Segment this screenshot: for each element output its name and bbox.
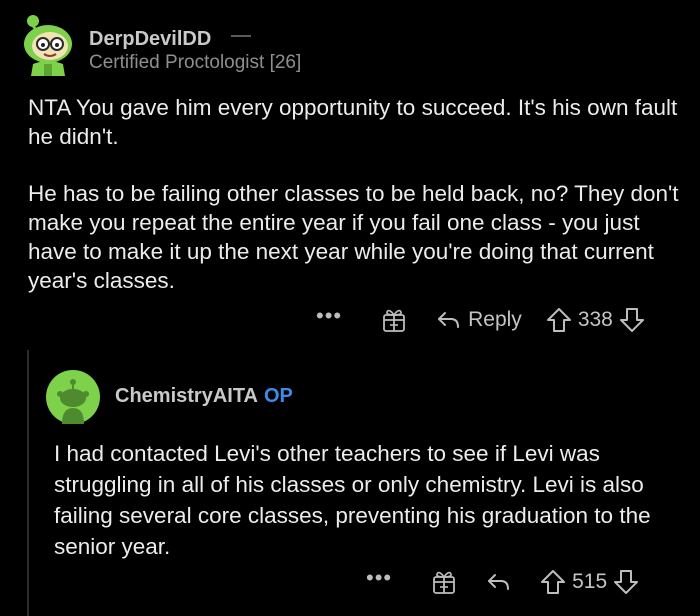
comment-action-bar: ••• Reply 338 — [316, 305, 645, 335]
user-avatar[interactable] — [19, 14, 77, 76]
comment-paragraph: NTA You gave him every opportunity to su… — [28, 95, 678, 149]
more-options-icon[interactable]: ••• — [316, 305, 342, 327]
reply-user-avatar[interactable] — [46, 370, 100, 424]
reply-action-bar: ••• 515 — [366, 567, 639, 597]
reply-arrow-icon — [488, 574, 510, 590]
reply-author-username[interactable]: ChemistryAITA — [115, 385, 258, 407]
comment-body: NTA You gave him every opportunity to su… — [28, 93, 688, 323]
upvote-icon[interactable] — [546, 307, 572, 333]
gift-icon — [433, 571, 456, 594]
more-options-icon[interactable]: ••• — [366, 567, 392, 589]
reply-author[interactable]: ChemistryAITA OP — [115, 385, 293, 408]
gift-icon — [383, 309, 406, 332]
op-badge: OP — [264, 385, 293, 407]
vote-group: 338 — [546, 307, 645, 333]
comment-author[interactable]: DerpDevilDD — [89, 28, 252, 51]
author-extra-mark — [231, 35, 252, 37]
user-flair: Certified Proctologist [26] — [89, 52, 302, 73]
comment-paragraph: He has to be failing other classes to be… — [28, 181, 679, 293]
author-username[interactable]: DerpDevilDD — [89, 28, 211, 50]
downvote-icon[interactable] — [613, 569, 639, 595]
reply-label[interactable]: Reply — [468, 308, 522, 332]
reply-body: I had contacted Levi's other teachers to… — [54, 438, 684, 562]
award-button[interactable] — [432, 569, 456, 595]
thread-collapse-line[interactable] — [27, 350, 29, 616]
downvote-icon[interactable] — [619, 307, 645, 333]
reply-paragraph: I had contacted Levi's other teachers to… — [54, 441, 651, 559]
vote-group: 515 — [540, 569, 639, 595]
vote-score: 515 — [572, 570, 608, 593]
reply-button[interactable] — [486, 572, 510, 592]
reply-arrow-icon — [438, 312, 460, 328]
vote-score: 338 — [577, 308, 613, 331]
avatar-antenna — [27, 15, 39, 27]
upvote-icon[interactable] — [540, 569, 566, 595]
reply-button[interactable]: Reply — [436, 308, 522, 332]
award-button[interactable] — [382, 307, 406, 333]
